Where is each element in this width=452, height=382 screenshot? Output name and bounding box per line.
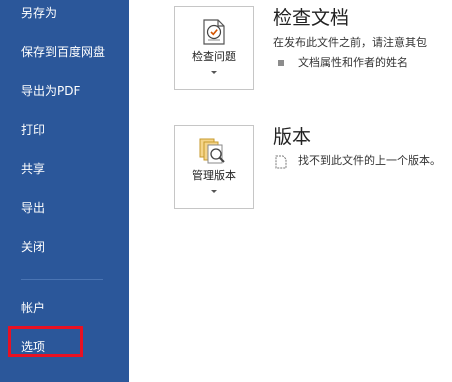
nav-close[interactable]: 关闭 — [21, 239, 45, 255]
nav-account[interactable]: 帐户 — [21, 300, 45, 316]
options-highlight-box — [8, 326, 83, 357]
backstage-sidebar: 另存为 保存到百度网盘 导出为PDF 打印 共享 导出 关闭 帐户 选项 — [0, 0, 129, 382]
inspect-document-title: 检查文档 — [273, 7, 350, 29]
manage-versions-button[interactable]: 管理版本 — [174, 125, 254, 209]
nav-print[interactable]: 打印 — [21, 122, 45, 138]
sidebar-divider — [21, 279, 103, 280]
chevron-down-icon — [211, 71, 217, 74]
check-for-issues-button[interactable]: 检查问题 — [174, 6, 254, 90]
versions-title: 版本 — [273, 126, 312, 148]
check-for-issues-label: 检查问题 — [192, 50, 236, 63]
main-panel: 检查问题 检查文档 在发布此文件之前，请注意其包 文档属性和作者的姓名 管理版本… — [129, 0, 452, 382]
nav-export-pdf[interactable]: 导出为PDF — [21, 83, 80, 99]
nav-save-to-baidu-netdisk[interactable]: 保存到百度网盘 — [21, 44, 105, 60]
nav-share[interactable]: 共享 — [21, 161, 45, 177]
chevron-down-icon — [211, 190, 217, 193]
bullet-icon — [278, 60, 284, 66]
manage-versions-label: 管理版本 — [192, 169, 236, 182]
inspect-document-icon — [199, 17, 229, 47]
inspect-document-description: 在发布此文件之前，请注意其包 — [273, 36, 427, 49]
versions-description: 找不到此文件的上一个版本。 — [298, 154, 441, 167]
nav-export[interactable]: 导出 — [21, 200, 45, 216]
document-icon — [275, 154, 287, 169]
nav-save-as[interactable]: 另存为 — [21, 5, 57, 21]
manage-versions-icon — [197, 136, 227, 166]
inspect-bullet-text: 文档属性和作者的姓名 — [298, 56, 408, 69]
